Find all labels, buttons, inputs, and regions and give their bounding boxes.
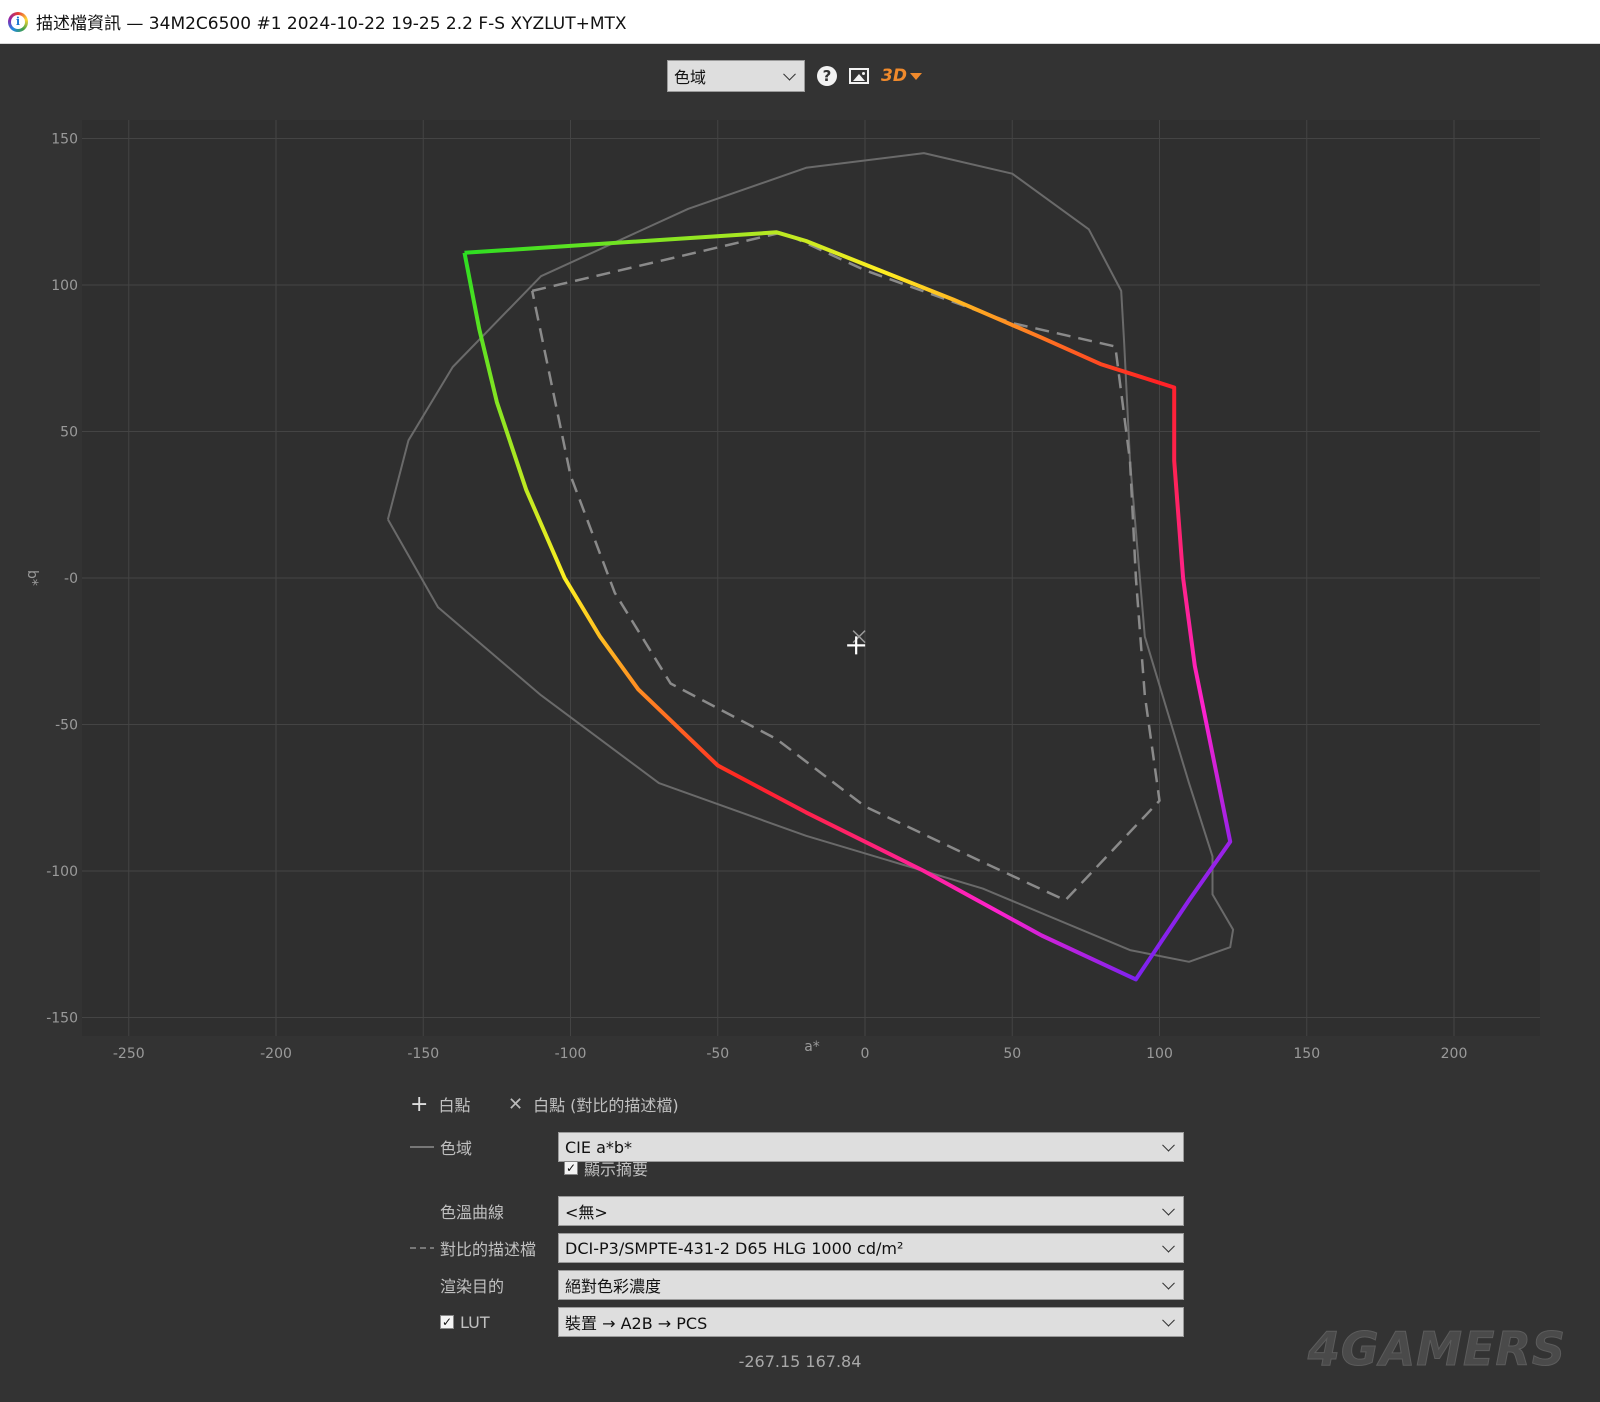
- view-select[interactable]: 色域: [667, 60, 805, 92]
- gamut-chart[interactable]: -250 -200 -150 -100 -50 0 50 100 150 200 150 100 50 -…: [0, 100, 1600, 1070]
- chevron-down-icon: [1162, 1138, 1175, 1152]
- toolbar: 色域 ? 3D: [667, 60, 922, 92]
- intent-label: 渲染目的: [440, 1277, 505, 1296]
- info-icon: i: [8, 11, 28, 32]
- watermark-logo: 4GAMERS: [1307, 1322, 1566, 1377]
- cursor-coordinates: -267.15 167.84: [738, 1352, 862, 1371]
- x-tick-label: -150: [407, 1046, 439, 1062]
- chevron-down-icon: [1162, 1313, 1175, 1327]
- x-tick-label: -100: [555, 1046, 587, 1062]
- legend-whitepoint-label: 白點: [438, 1096, 471, 1115]
- y-tick-label: -0: [64, 571, 78, 587]
- title-bar: i 描述檔資訊 — 34M2C6500 #1 2024-10-22 19-25 …: [0, 0, 1600, 44]
- x-tick-label: -200: [260, 1046, 292, 1062]
- lut-label: LUT: [460, 1312, 490, 1332]
- compare-label: 對比的描述檔: [440, 1240, 537, 1259]
- summary-checkbox-row[interactable]: ✓ 顯示摘要: [564, 1156, 648, 1180]
- curve-label: 色溫曲線: [440, 1203, 505, 1222]
- y-tick-label: -100: [46, 864, 78, 880]
- gamut-label: 色域: [440, 1139, 473, 1158]
- x-tick-label: -250: [113, 1046, 145, 1062]
- legend-whitepoint-ref-label: 白點 (對比的描述檔): [533, 1096, 679, 1115]
- chevron-down-icon: [1162, 1239, 1175, 1253]
- lut-select-value: 裝置 → A2B → PCS: [565, 1314, 708, 1333]
- curve-row: 色溫曲線 <無>: [410, 1196, 1190, 1226]
- solid-line-icon: [410, 1146, 434, 1148]
- summary-label: 顯示摘要: [584, 1160, 649, 1179]
- plus-icon: +: [410, 1091, 429, 1117]
- dashed-line-icon: [410, 1247, 434, 1249]
- lut-checkbox-row[interactable]: ✓ LUT: [440, 1313, 550, 1332]
- help-icon: ?: [817, 66, 837, 86]
- curve-select-value: <無>: [565, 1203, 608, 1222]
- legend-whitepoint: + 白點: [410, 1090, 470, 1118]
- intent-row: 渲染目的 絕對色彩濃度: [410, 1270, 1190, 1300]
- lut-select[interactable]: 裝置 → A2B → PCS: [558, 1307, 1184, 1337]
- save-image-button[interactable]: [849, 68, 869, 84]
- gamut-select[interactable]: CIE a*b*: [558, 1132, 1184, 1162]
- x-tick-label: -50: [706, 1046, 729, 1062]
- lut-checkbox[interactable]: ✓: [440, 1315, 454, 1329]
- y-tick-label: 100: [51, 278, 78, 294]
- gamut-row: 色域 CIE a*b*: [410, 1132, 1190, 1162]
- x-tick-label: 200: [1441, 1046, 1468, 1062]
- legend-whitepoint-ref: ✕ 白點 (對比的描述檔): [508, 1090, 679, 1118]
- x-tick-label: 50: [1003, 1046, 1021, 1062]
- caret-down-icon: [909, 72, 922, 80]
- y-tick-label: -50: [55, 718, 78, 734]
- y-tick-label: 150: [51, 132, 78, 148]
- gamut-select-value: CIE a*b*: [565, 1137, 633, 1157]
- view-3d-button[interactable]: 3D: [881, 66, 922, 86]
- y-tick-label: 50: [60, 425, 78, 441]
- compare-row: 對比的描述檔 DCI-P3/SMPTE-431-2 D65 HLG 1000 c…: [410, 1233, 1190, 1263]
- intent-select[interactable]: 絕對色彩濃度: [558, 1270, 1184, 1300]
- view-select-value: 色域: [674, 68, 707, 87]
- x-axis-label: a*: [804, 1039, 820, 1055]
- help-button[interactable]: ?: [817, 66, 837, 86]
- x-tick-label: 100: [1146, 1046, 1173, 1062]
- chevron-down-icon: [1162, 1276, 1175, 1290]
- window-title: 描述檔資訊 — 34M2C6500 #1 2024-10-22 19-25 2.…: [36, 14, 627, 34]
- summary-checkbox[interactable]: ✓: [564, 1161, 578, 1175]
- chevron-down-icon: [783, 67, 796, 81]
- compare-select[interactable]: DCI-P3/SMPTE-431-2 D65 HLG 1000 cd/m²: [558, 1233, 1184, 1263]
- lut-row: ✓ LUT 裝置 → A2B → PCS: [410, 1307, 1190, 1337]
- x-tick-label: 0: [861, 1046, 870, 1062]
- x-tick-label: 150: [1293, 1046, 1320, 1062]
- curve-select[interactable]: <無>: [558, 1196, 1184, 1226]
- image-icon: [849, 68, 869, 84]
- close-icon: ✕: [508, 1093, 524, 1115]
- intent-select-value: 絕對色彩濃度: [565, 1277, 662, 1296]
- view-3d-label: 3D: [881, 66, 907, 86]
- compare-select-value: DCI-P3/SMPTE-431-2 D65 HLG 1000 cd/m²: [565, 1238, 904, 1258]
- y-axis-label: b*: [24, 570, 40, 586]
- chevron-down-icon: [1162, 1202, 1175, 1216]
- y-tick-label: -150: [46, 1011, 78, 1027]
